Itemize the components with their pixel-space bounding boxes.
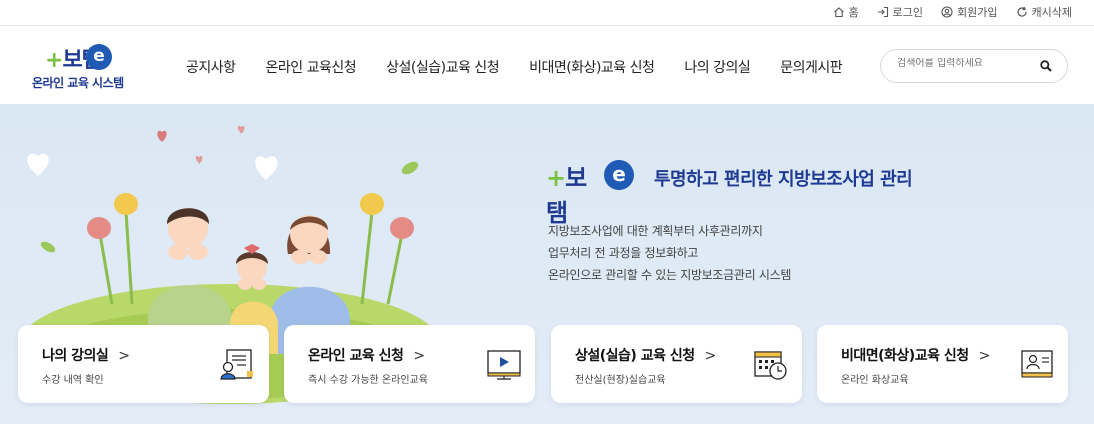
hero-plus-icon: +: [546, 164, 566, 192]
refresh-icon: [1016, 6, 1027, 17]
chevron-right-icon: >: [413, 348, 425, 364]
chevron-right-icon: >: [118, 348, 130, 364]
card-remote-course[interactable]: 비대면(화상)교육 신청 > 온라인 화상교육: [817, 325, 1068, 403]
utility-bar: 홈 로그인 회원가입 캐시삭제: [0, 0, 1094, 26]
card-title: 비대면(화상)교육 신청 >: [841, 345, 990, 365]
hero-desc-line-2: 업무처리 전 과정을 정보화하고: [548, 246, 699, 260]
video-monitor-icon: [487, 350, 521, 380]
nav-item-qna[interactable]: 문의게시판: [780, 57, 842, 77]
user-circle-icon: [941, 6, 953, 18]
card-title: 상설(실습) 교육 신청 >: [575, 345, 716, 365]
card-title: 나의 강의실 >: [42, 345, 130, 365]
signup-link[interactable]: 회원가입: [941, 4, 998, 20]
hero-banner: +보탬 e 투명하고 편리한 지방보조사업 관리 지방보조사업에 대한 계획부터…: [0, 104, 1094, 424]
chevron-right-icon: >: [704, 348, 717, 364]
card-my-classroom[interactable]: 나의 강의실 > 수강 내역 확인: [18, 325, 269, 403]
home-link-label: 홈: [848, 6, 859, 19]
video-call-icon: [1021, 350, 1053, 378]
hero-desc-line-3: 온라인으로 관리할 수 있는 지방보조금관리 시스템: [548, 268, 792, 282]
nav-item-my-classroom[interactable]: 나의 강의실: [684, 57, 750, 77]
hero-tagline-text: 투명하고 편리한 지방보조사업 관리: [654, 169, 913, 190]
card-subtitle: 전산실(현장)실습교육: [575, 375, 666, 386]
login-link-label: 로그인: [892, 6, 924, 19]
card-title-text: 비대면(화상)교육 신청: [841, 348, 969, 364]
login-link[interactable]: 로그인: [877, 4, 923, 20]
home-icon: [833, 7, 844, 18]
card-title-text: 나의 강의실: [42, 348, 109, 364]
card-subtitle: 즉시 수강 가능한 온라인교육: [308, 375, 428, 386]
card-onsite-course[interactable]: 상설(실습) 교육 신청 > 전산실(현장)실습교육: [551, 325, 802, 403]
clear-cache-link-label: 캐시삭제: [1031, 6, 1072, 19]
main-nav: 공지사항 온라인 교육신청 상설(실습)교육 신청 비대면(화상)교육 신청 나…: [186, 57, 843, 77]
logo-subtitle: 온라인 교육 시스템: [32, 76, 124, 90]
logo-plus-icon: +: [45, 48, 63, 73]
search-box: [880, 49, 1068, 83]
hero-brand-mark: +보탬: [546, 158, 587, 228]
logo-e-badge: e: [86, 44, 112, 70]
card-title-text: 온라인 교육 신청: [308, 348, 404, 364]
clear-cache-link[interactable]: 캐시삭제: [1016, 4, 1072, 20]
site-logo[interactable]: +보탬 e 온라인 교육 시스템: [28, 40, 138, 90]
card-online-course[interactable]: 온라인 교육 신청 > 즉시 수강 가능한 온라인교육: [284, 325, 535, 403]
card-subtitle: 온라인 화상교육: [841, 375, 909, 386]
main-header: +보탬 e 온라인 교육 시스템 공지사항 온라인 교육신청 상설(실습)교육 …: [0, 27, 1094, 104]
nav-item-onsite-course[interactable]: 상설(실습)교육 신청: [386, 57, 499, 77]
hero-e-badge: e: [604, 160, 634, 190]
nav-item-notice[interactable]: 공지사항: [186, 57, 236, 77]
hero-description: 지방보조사업에 대한 계획부터 사후관리까지 업무처리 전 과정을 정보화하고 …: [548, 220, 791, 286]
card-title: 온라인 교육 신청 >: [308, 345, 425, 365]
nav-item-online-course[interactable]: 온라인 교육신청: [266, 57, 357, 77]
search-icon[interactable]: [1039, 59, 1053, 73]
card-title-text: 상설(실습) 교육 신청: [575, 348, 695, 364]
search-input[interactable]: [897, 58, 1027, 69]
nav-item-remote-course[interactable]: 비대면(화상)교육 신청: [529, 57, 655, 77]
certificate-icon: [220, 349, 253, 380]
calendar-clock-icon: [754, 351, 787, 380]
chevron-right-icon: >: [978, 348, 991, 364]
home-link[interactable]: 홈: [833, 4, 859, 20]
login-icon: [877, 6, 888, 18]
signup-link-label: 회원가입: [957, 6, 998, 19]
card-subtitle: 수강 내역 확인: [42, 375, 104, 386]
hero-desc-line-1: 지방보조사업에 대한 계획부터 사후관리까지: [548, 224, 763, 238]
